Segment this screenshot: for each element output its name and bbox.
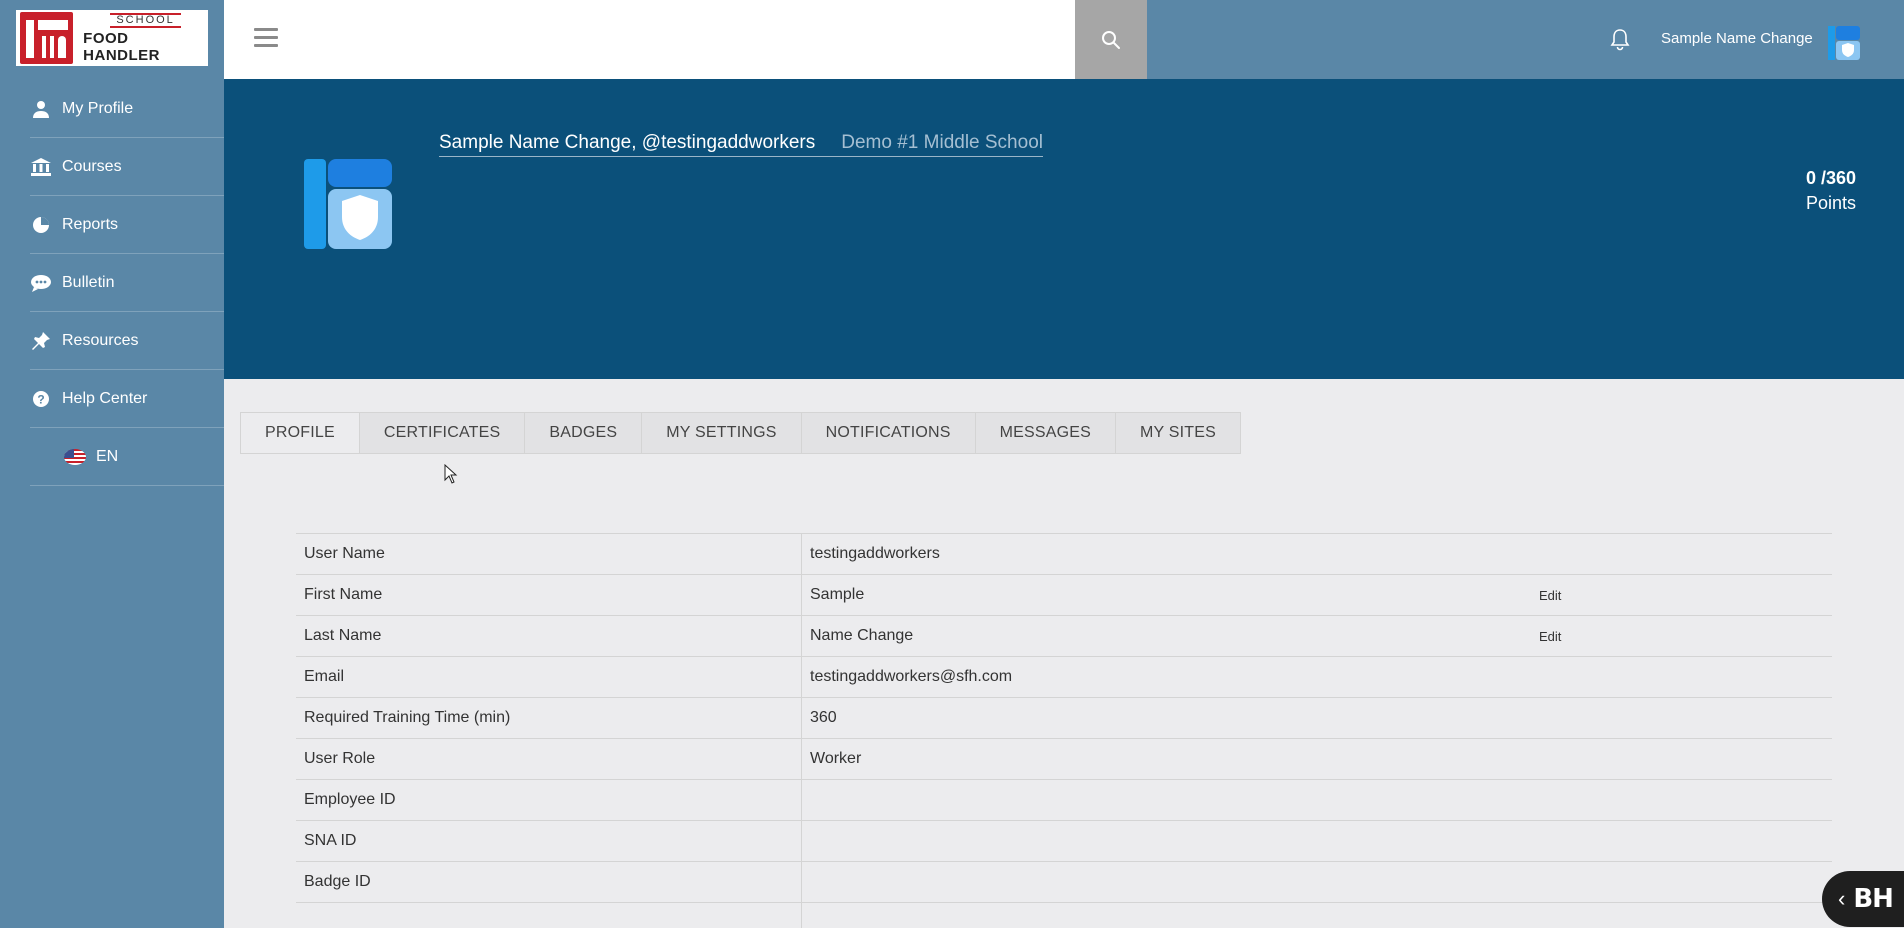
hamburger-menu-icon[interactable] [254,28,278,48]
language-label: EN [96,447,119,465]
bank-icon [30,157,52,177]
sidebar-item-label: Bulletin [62,273,115,291]
chat-icon [30,273,52,293]
sidebar: SCHOOL FOOD HANDLER My Profile Courses R… [0,0,224,928]
row-label: Last Name [296,616,802,656]
sidebar-item-label: My Profile [62,99,134,117]
tab-certificates[interactable]: CERTIFICATES [359,413,526,453]
top-header: Sample Name Change [224,0,1904,79]
header-avatar[interactable] [1828,26,1860,60]
table-row: Badge ID [296,861,1832,902]
search-icon [1102,30,1120,49]
row-label: User Role [296,739,802,779]
school-food-handler-logo[interactable]: SCHOOL FOOD HANDLER [16,10,208,66]
tab-badges[interactable]: BADGES [525,413,643,453]
widget-label: BH [1853,884,1894,914]
row-label: First Name [296,575,802,615]
table-row: User Role Worker [296,738,1832,779]
edit-last-name-link[interactable]: Edit [1539,629,1561,644]
chevron-left-icon: ‹ [1838,886,1846,911]
sidebar-item-reports[interactable]: Reports [30,196,224,254]
logo-mark-icon [20,12,74,64]
row-label: Badge ID [296,862,802,902]
row-value: testingaddworkers [810,545,940,562]
sidebar-item-label: Reports [62,215,119,233]
us-flag-icon [64,448,86,465]
header-user-name[interactable]: Sample Name Change [1661,30,1813,47]
table-row: SNA ID [296,820,1832,861]
table-row: First Name Sample Edit [296,574,1832,615]
question-circle-icon: ? [30,389,52,409]
sidebar-item-label: Help Center [62,389,148,407]
pin-icon [30,331,52,351]
table-row: Required Training Time (min) 360 [296,697,1832,738]
search-button[interactable] [1075,0,1147,79]
logo-text-school: SCHOOL [110,12,181,28]
points-label: Points [1805,193,1856,213]
pie-chart-icon [30,215,52,235]
table-row: Email testingaddworkers@sfh.com [296,656,1832,697]
profile-details-table: User Name testingaddworkers First Name S… [296,533,1832,928]
sidebar-item-bulletin[interactable]: Bulletin [30,254,224,312]
tab-my-settings[interactable]: MY SETTINGS [642,413,802,453]
sidebar-item-courses[interactable]: Courses [30,138,224,196]
svg-text:?: ? [37,392,44,406]
sidebar-item-my-profile[interactable]: My Profile [30,80,224,138]
logo-text-food-handler: FOOD HANDLER [83,29,160,64]
sidebar-item-help-center[interactable]: ? Help Center [30,370,224,428]
row-value: 360 [810,709,837,726]
sidebar-item-resources[interactable]: Resources [30,312,224,370]
support-widget-button[interactable]: ‹ BH [1822,871,1904,927]
language-selector[interactable]: EN [30,428,224,486]
sidebar-nav: My Profile Courses Reports Bulletin Reso… [0,80,224,486]
row-label: Employee ID [296,780,802,820]
row-value: testingaddworkers@sfh.com [810,668,1013,685]
table-row: User Name testingaddworkers [296,533,1832,574]
banner-identity: Sample Name Change, @testingaddworkers D… [439,132,1043,157]
tab-notifications[interactable]: NOTIFICATIONS [801,413,976,453]
profile-banner: Sample Name Change, @testingaddworkers D… [224,79,1904,379]
profile-avatar[interactable] [304,159,392,249]
row-value: Worker [810,750,862,767]
table-row: Employee ID [296,779,1832,820]
profile-school[interactable]: Demo #1 Middle School [841,132,1043,154]
points-display: 0 /360 Points [1806,168,1856,214]
tab-my-sites[interactable]: MY SITES [1116,413,1241,453]
mouse-cursor-icon [444,464,458,484]
row-label: Email [296,657,802,697]
sidebar-item-label: Resources [62,331,139,349]
table-row [296,902,1832,928]
table-row: Last Name Name Change Edit [296,615,1832,656]
row-value: Sample [810,586,865,603]
profile-name-handle: Sample Name Change, @testingaddworkers [439,132,816,153]
notification-bell-icon[interactable] [1609,28,1631,52]
tab-messages[interactable]: MESSAGES [975,413,1117,453]
row-value: Name Change [810,627,914,644]
edit-first-name-link[interactable]: Edit [1539,588,1561,603]
search-area[interactable] [224,0,1075,79]
points-value: 0 /360 [1805,168,1856,188]
row-label: Required Training Time (min) [296,698,802,738]
row-label: SNA ID [296,821,802,861]
profile-tabs: PROFILE CERTIFICATES BADGES MY SETTINGS … [240,412,1242,454]
sidebar-item-label: Courses [62,157,122,175]
tab-profile[interactable]: PROFILE [241,413,360,453]
user-icon [30,99,52,119]
row-label: User Name [296,534,802,574]
